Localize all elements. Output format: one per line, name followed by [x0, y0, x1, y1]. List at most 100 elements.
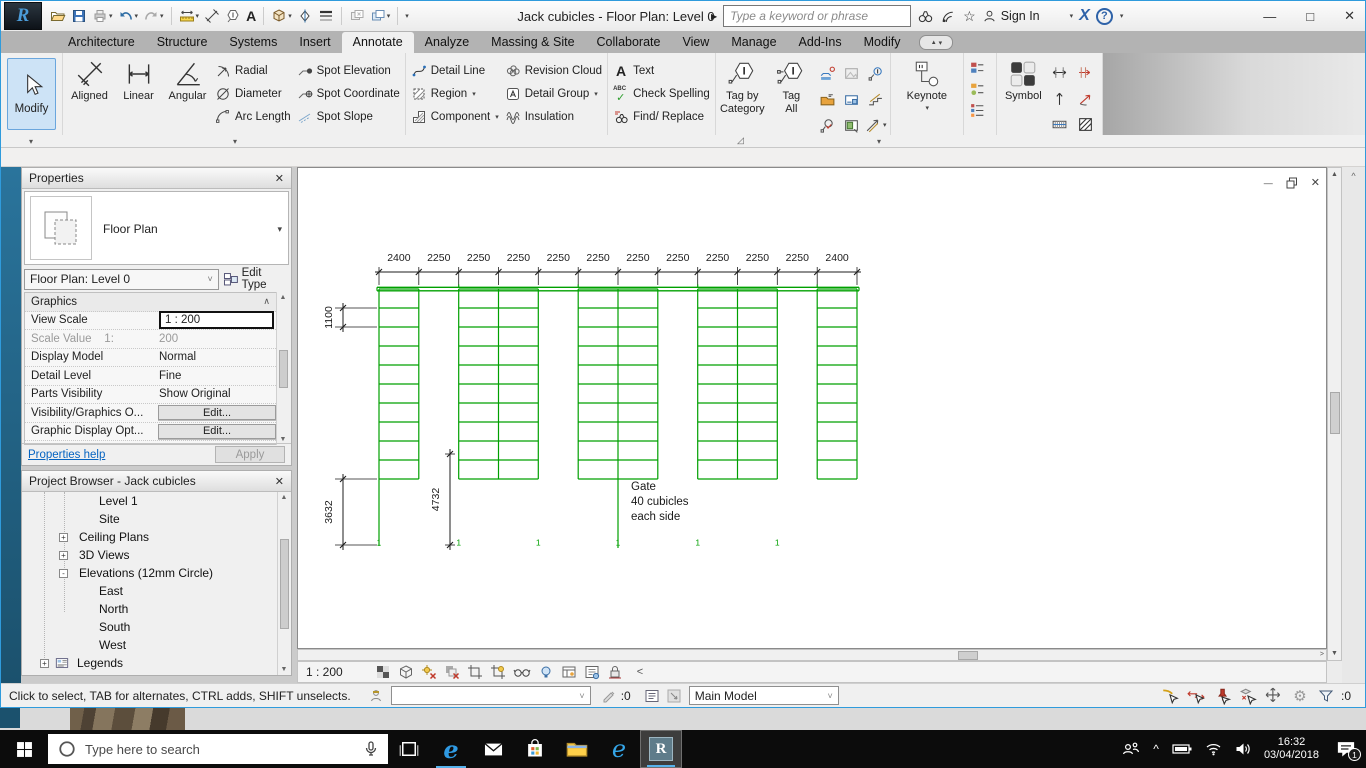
customize-qat-dropdown[interactable]: ▾	[405, 12, 409, 20]
slope-annotation-button[interactable]	[1075, 86, 1097, 110]
horizontal-scrollbar[interactable]: >	[297, 649, 1327, 661]
worksharing-display-icon[interactable]	[561, 664, 577, 680]
parts-visibility-row[interactable]: Parts Visibility Show Original	[25, 386, 276, 404]
visibility-graphics-row[interactable]: Visibility/Graphics O... Edit...	[25, 404, 276, 423]
scroll-up-icon[interactable]: ▲	[281, 494, 288, 501]
volume-icon[interactable]	[1235, 742, 1251, 756]
scroll-thumb[interactable]	[279, 538, 289, 629]
area-hatch-symbol-button[interactable]	[1075, 112, 1097, 136]
wifi-icon[interactable]	[1205, 742, 1222, 756]
drag-on-selection-icon[interactable]	[1263, 687, 1285, 705]
spot-coordinate-button[interactable]: Spot Coordinate	[295, 83, 402, 104]
tray-expand-icon[interactable]: ^	[1153, 742, 1159, 756]
expand-icon[interactable]: +	[59, 532, 68, 542]
component-dropdown[interactable]: ▾	[495, 113, 499, 121]
undo-dropdown[interactable]: ▾	[135, 12, 139, 20]
collapse-icon[interactable]: -	[59, 568, 68, 578]
start-button[interactable]	[0, 730, 48, 768]
text-dialog-launcher[interactable]: ◿	[737, 135, 744, 146]
measure-button[interactable]: ▾	[178, 5, 201, 27]
design-options-dialog-icon[interactable]	[641, 688, 663, 704]
image-tag-button[interactable]	[841, 61, 863, 85]
graphic-display-row[interactable]: Graphic Display Opt... Edit...	[25, 423, 276, 441]
row-value[interactable]: Fine	[155, 367, 276, 385]
tree-item-south[interactable]: South	[22, 618, 277, 636]
editable-only-icon[interactable]	[599, 688, 621, 704]
tab-manage[interactable]: Manage	[720, 32, 787, 53]
modify-button[interactable]: Modify	[7, 58, 56, 130]
taskbar-revit-button[interactable]: R	[640, 730, 682, 768]
select-by-face-icon[interactable]	[1237, 687, 1259, 705]
sign-in-dropdown[interactable]: ▾	[1070, 12, 1074, 20]
view-reference-button[interactable]	[841, 113, 863, 137]
graphic-display-edit-button[interactable]: Edit...	[158, 423, 276, 439]
settings-gear-icon[interactable]: ⚙	[1289, 687, 1311, 705]
area-tag-button[interactable]	[841, 87, 863, 111]
dimension-panel-dropdown[interactable]: ▾	[233, 137, 237, 146]
text-button[interactable]: A	[245, 5, 257, 27]
find-replace-button[interactable]: Find/ Replace	[611, 106, 712, 127]
workset-combobox[interactable]: ˅	[390, 686, 591, 705]
close-button[interactable]: ✕	[1344, 8, 1355, 24]
visual-style-icon[interactable]	[375, 664, 391, 680]
communication-center-icon[interactable]	[940, 8, 957, 25]
help-button[interactable]: ?	[1095, 7, 1113, 25]
default-3d-view-button[interactable]: ▾	[270, 5, 293, 27]
view-scale-input[interactable]: 1 : 200	[159, 311, 274, 330]
save-button[interactable]	[70, 5, 88, 27]
measure-dropdown[interactable]: ▾	[196, 12, 200, 20]
maximize-button[interactable]: □	[1306, 9, 1314, 24]
tab-analyze[interactable]: Analyze	[414, 32, 480, 53]
tab-modify[interactable]: Modify	[853, 32, 912, 53]
search-icon[interactable]	[917, 8, 934, 25]
keynote-button[interactable]: Keynote ▾	[898, 55, 956, 133]
tag-panel-dropdown[interactable]: ▾	[877, 137, 881, 146]
check-spelling-button[interactable]: ABC ✓ Check Spelling	[611, 83, 712, 104]
graphics-section-row[interactable]: Graphics ∧	[25, 293, 276, 312]
angular-dimension-button[interactable]: Angular	[164, 55, 211, 133]
tab-massing-site[interactable]: Massing & Site	[480, 32, 585, 53]
stair-up-arrow-button[interactable]	[1049, 86, 1071, 110]
help-dropdown[interactable]: ▾	[1120, 12, 1124, 20]
vertical-scrollbar[interactable]: ▲ ▼	[1327, 167, 1342, 661]
scroll-thumb[interactable]	[278, 349, 288, 388]
apply-button[interactable]: Apply	[215, 446, 285, 463]
reveal-hidden-elements-icon[interactable]	[538, 664, 554, 680]
tab-add-ins[interactable]: Add-Ins	[788, 32, 853, 53]
tree-item-site[interactable]: Site	[22, 510, 277, 528]
tab-insert[interactable]: Insert	[288, 32, 341, 53]
select-links-icon[interactable]	[1159, 687, 1181, 705]
scroll-down-icon[interactable]: ▼	[281, 666, 288, 673]
worksets-icon[interactable]	[365, 688, 387, 704]
spot-elevation-button[interactable]: Spot Elevation	[295, 60, 402, 81]
shadows-icon[interactable]	[444, 664, 460, 680]
keynote-dropdown[interactable]: ▾	[926, 103, 930, 115]
tree-item-ceiling-plans[interactable]: + Ceiling Plans	[22, 528, 277, 546]
project-browser-header[interactable]: Project Browser - Jack cubicles ✕	[22, 471, 291, 492]
tree-item-north[interactable]: North	[22, 600, 277, 618]
region-dropdown[interactable]: ▾	[472, 90, 476, 98]
taskbar-ie-button[interactable]: e	[598, 730, 640, 768]
scroll-down-icon[interactable]: ▼	[280, 436, 287, 443]
spot-slope-button[interactable]: Spot Slope	[295, 106, 402, 127]
insulation-button[interactable]: Insulation	[503, 106, 604, 127]
aligned-dimension-button[interactable]	[203, 5, 221, 27]
crop-view-icon[interactable]	[467, 664, 483, 680]
switch-windows-button[interactable]: ▾	[369, 5, 392, 27]
ribbon-collapse-button[interactable]: ▲ ▾	[919, 35, 954, 50]
region-button[interactable]: Region ▾	[409, 83, 501, 104]
view-bar-collapse-icon[interactable]: <	[637, 666, 643, 678]
tab-annotate[interactable]: Annotate	[341, 32, 414, 53]
undo-button[interactable]: ▾	[117, 5, 140, 27]
show-crop-region-icon[interactable]	[490, 664, 506, 680]
detail-level-row[interactable]: Detail Level Fine	[25, 367, 276, 386]
tab-systems[interactable]: Systems	[218, 32, 288, 53]
scroll-up-icon[interactable]: ▲	[280, 294, 287, 301]
search-input[interactable]: Type a keyword or phrase	[723, 5, 912, 27]
view-scale-button[interactable]: 1 : 200	[306, 665, 343, 679]
type-selector[interactable]: Floor Plan ▾	[24, 191, 289, 265]
pick-to-edit-icon[interactable]	[663, 688, 685, 704]
select-panel-dropdown[interactable]: ▾	[29, 137, 33, 146]
diameter-dimension-button[interactable]: Diameter	[213, 83, 293, 104]
3d-view-dropdown[interactable]: ▾	[288, 12, 292, 20]
